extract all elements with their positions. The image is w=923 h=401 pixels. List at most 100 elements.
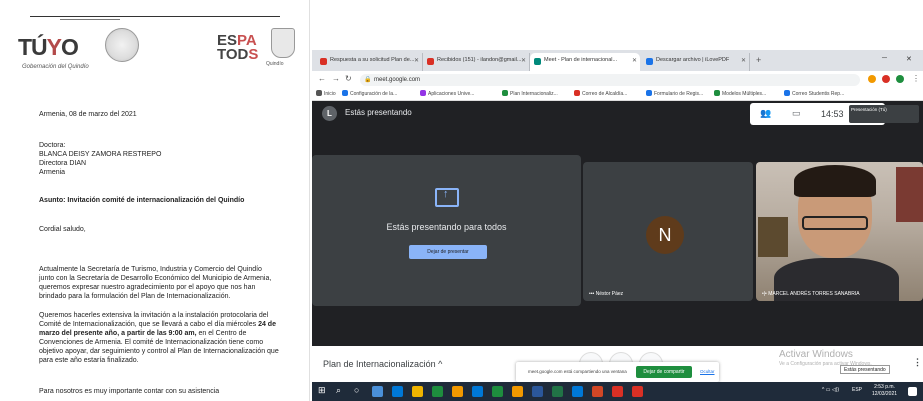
app-icon[interactable] <box>632 386 643 397</box>
task-view-icon[interactable] <box>372 386 383 397</box>
paragraph-3: Para nosotros es muy importante contar c… <box>39 388 220 395</box>
search-icon[interactable]: ⌕ <box>336 385 341 396</box>
bookmark-label: Configuración de la... <box>350 91 398 97</box>
letter-greeting: Cordial saludo, <box>39 226 86 233</box>
outlook-icon[interactable] <box>472 386 483 397</box>
participant-tile[interactable]: N ••• Néstor Páez <box>583 162 753 301</box>
bookmark-item[interactable]: Configuración de la... <box>342 90 397 97</box>
bookmark-item[interactable]: Correo Studentis Rep... <box>784 90 844 97</box>
extension-icon[interactable] <box>868 75 876 83</box>
letter-date: Armenia, 08 de marzo del 2021 <box>39 111 137 118</box>
tab-label: Descargar archivo | iLovePDF <box>656 57 730 63</box>
bookmark-label: Formulario de Regis... <box>654 91 704 97</box>
ilovepdf-icon <box>646 58 653 65</box>
bookmark-item[interactable]: Plan Internacionaliz... <box>502 90 558 97</box>
bookmark-item[interactable]: Formulario de Regis... <box>646 90 703 97</box>
tab-label: Meet - Plan de internacional... <box>544 57 618 63</box>
system-tray-icons[interactable]: ^ ▭ ◁)) <box>822 387 839 393</box>
subject-text: Invitación comité de internacionalizació… <box>67 197 245 204</box>
participant-hair <box>794 165 876 197</box>
menu-icon[interactable]: ⋮ <box>912 74 920 83</box>
gmail-icon <box>320 58 327 65</box>
acrobat-icon[interactable] <box>612 386 623 397</box>
tab-ilovepdf[interactable]: Descargar archivo | iLovePDF ✕ <box>642 53 750 71</box>
minimize-icon[interactable]: ─ <box>882 55 887 62</box>
recipient-name: BLANCA DEISY ZAMORA RESTREPO <box>39 151 162 158</box>
present-screen-icon <box>435 188 459 207</box>
meeting-name[interactable]: Plan de Internacionalización ^ <box>323 359 442 369</box>
chat-icon[interactable]: ▭ <box>792 108 801 119</box>
app-icon[interactable] <box>512 386 523 397</box>
tuyo-logo-subtitle: Gobernación del Quindío <box>22 64 89 70</box>
stop-presenting-button[interactable]: Dejar de presentar <box>409 245 487 259</box>
tab-strip: Respuesta a su solicitud Plan de... ✕ Re… <box>312 50 923 71</box>
meeting-name-text: Plan de Internacionalización <box>323 359 436 369</box>
edge-icon[interactable] <box>392 386 403 397</box>
extension-icon[interactable] <box>882 75 890 83</box>
gmail-icon <box>427 58 434 65</box>
app-icon[interactable] <box>452 386 463 397</box>
seal-icon <box>105 28 139 62</box>
url-text: meet.google.com <box>374 77 421 83</box>
letter-document: TÚYO Gobernación del Quindío ESPA TODS Qu… <box>0 0 310 401</box>
bookmark-item[interactable]: Inicio <box>316 90 336 97</box>
tab-meet[interactable]: Meet - Plan de internacional... ✕ <box>530 53 640 71</box>
new-tab-button[interactable]: + <box>756 55 761 65</box>
address-bar-row: ← → ↻ 🔒 meet.google.com ⋮ <box>312 71 923 88</box>
reload-icon[interactable]: ↻ <box>345 74 352 83</box>
stop-sharing-button[interactable]: Dejar de compartir <box>636 366 692 378</box>
input-language[interactable]: ESP <box>852 387 862 393</box>
screenshot-root: TÚYO Gobernación del Quindío ESPA TODS Qu… <box>0 0 923 401</box>
header-rule-short <box>60 19 120 20</box>
close-icon[interactable]: ✕ <box>414 57 419 64</box>
self-mini-tile[interactable]: Presentación (Tú) <box>849 105 919 123</box>
cortana-icon[interactable]: ○ <box>354 385 359 395</box>
extension-icon[interactable] <box>896 75 904 83</box>
meet-icon <box>534 58 541 65</box>
bookmark-icon <box>420 90 426 96</box>
hide-notification-link[interactable]: Ocultar <box>700 369 715 374</box>
screen-share-notification: meet.google.com está compartiendo una ve… <box>516 362 719 382</box>
taskbar-clock[interactable]: 2:53 p.m. 12/03/2021 <box>872 384 897 398</box>
powerpoint-icon[interactable] <box>592 386 603 397</box>
presenting-to-all: Estás presentando para todos <box>386 222 507 232</box>
taskbar-date: 12/03/2021 <box>872 391 898 397</box>
chevron-up-icon: ^ <box>438 359 443 369</box>
people-icon[interactable]: 👥 <box>760 108 771 119</box>
bookmark-icon <box>646 90 652 96</box>
close-icon[interactable]: ✕ <box>632 57 637 64</box>
bookmark-label: Inicio <box>324 91 336 97</box>
forward-icon[interactable]: → <box>332 74 340 83</box>
header-rule <box>30 16 280 17</box>
windows-start-icon[interactable]: ⊞ <box>318 385 326 396</box>
back-icon[interactable]: ← <box>318 74 326 83</box>
more-options-icon[interactable]: ⋮ <box>913 357 922 368</box>
activate-windows-title: Activar Windows <box>779 349 853 360</box>
share-message: meet.google.com está compartiendo una ve… <box>528 369 627 374</box>
bookmark-icon <box>502 90 508 96</box>
url-field[interactable]: 🔒 meet.google.com <box>360 74 860 86</box>
bookmark-item[interactable]: Aplicaciones Unive... <box>420 90 474 97</box>
participant-name-text: MARCEL ANDRÉS TORRES SANABRIA <box>768 291 860 297</box>
close-icon[interactable]: ✕ <box>521 57 526 64</box>
app-icon[interactable] <box>572 386 583 397</box>
explorer-icon[interactable] <box>412 386 423 397</box>
paragraph-2-start: Queremos hacerles extensiva la invitació… <box>39 312 269 328</box>
word-icon[interactable] <box>532 386 543 397</box>
excel-icon[interactable] <box>552 386 563 397</box>
bookmark-item[interactable]: Correo de Alcaldía... <box>574 90 627 97</box>
tab-email-reply[interactable]: Respuesta a su solicitud Plan de... ✕ <box>316 53 423 71</box>
bookmark-label: Aplicaciones Unive... <box>428 91 475 97</box>
close-window-icon[interactable]: ✕ <box>906 55 912 63</box>
close-icon[interactable]: ✕ <box>741 57 746 64</box>
bookmark-label: Correo Studentis Rep... <box>792 91 845 97</box>
tab-inbox[interactable]: Recibidos (151) - ilandon@gmail... ✕ <box>423 53 530 71</box>
notifications-icon[interactable] <box>908 387 917 396</box>
bookmark-icon <box>784 90 790 96</box>
bookmark-item[interactable]: Modelos Múltiples... <box>714 90 766 97</box>
chrome-icon[interactable] <box>492 386 503 397</box>
meeting-clock: 14:53 <box>821 109 844 119</box>
background-poster <box>758 217 788 257</box>
participant-video-tile[interactable]: •|• MARCEL ANDRÉS TORRES SANABRIA <box>756 162 923 301</box>
app-icon[interactable] <box>432 386 443 397</box>
